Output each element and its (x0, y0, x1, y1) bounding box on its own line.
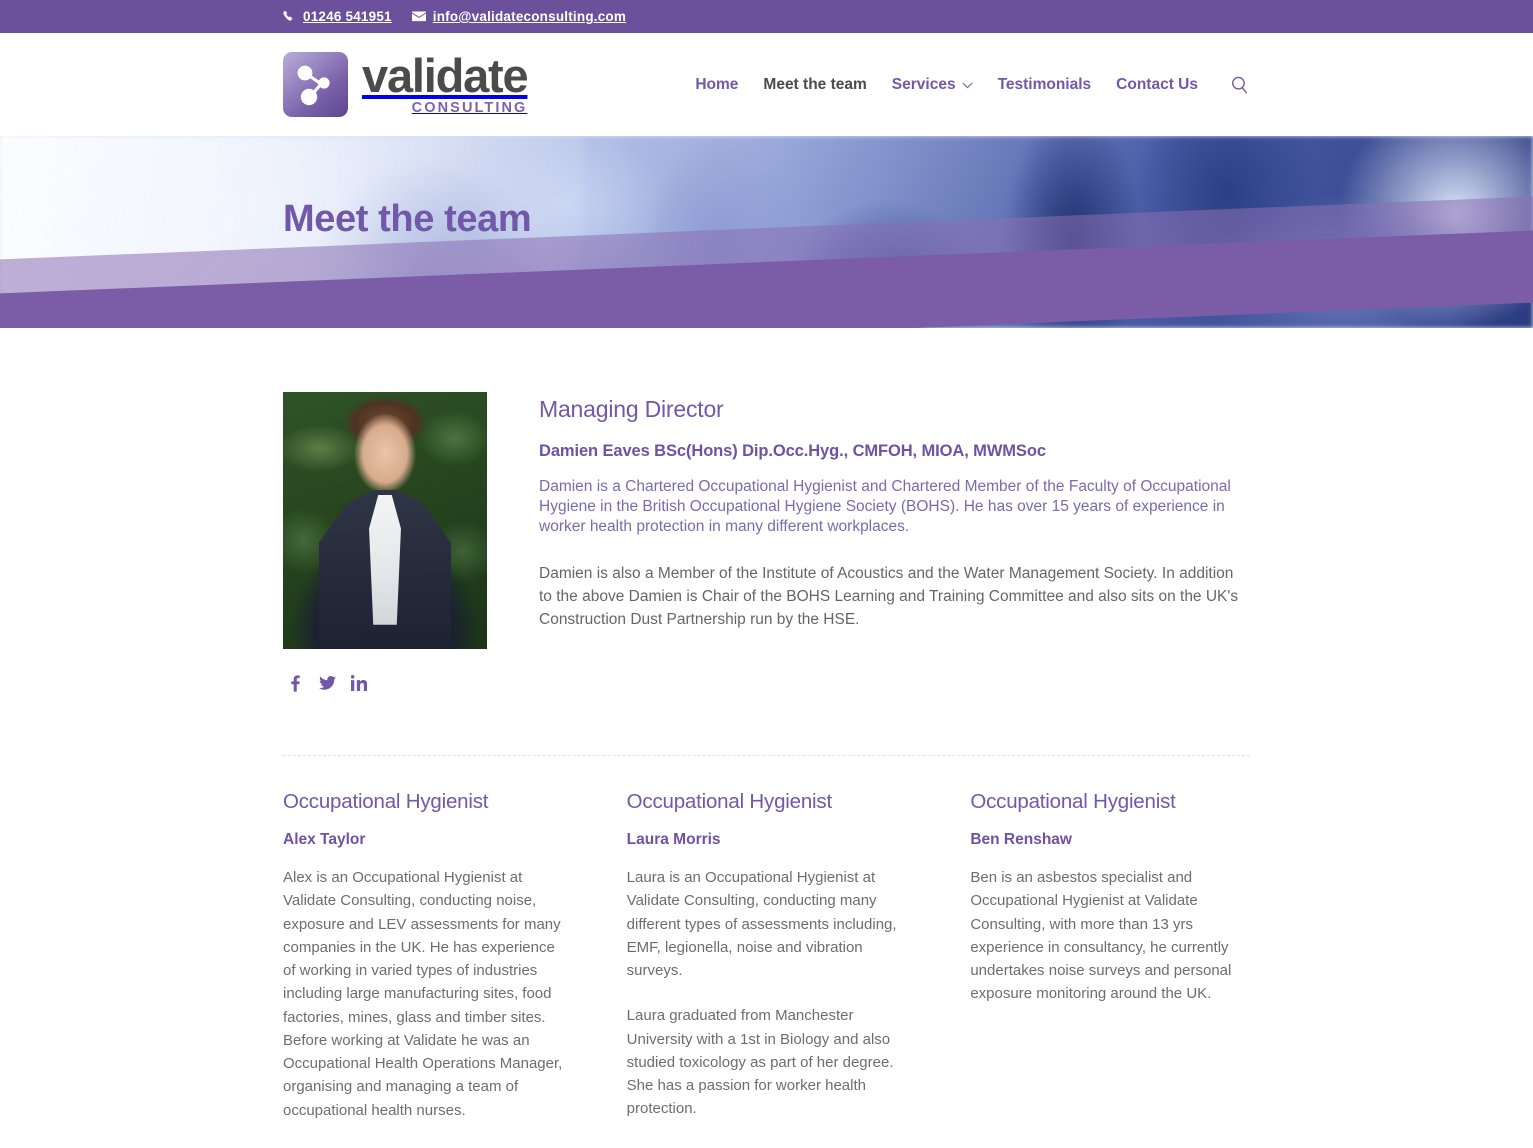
team-bio-paragraph-1: Ben is an asbestos specialist and Occupa… (970, 869, 1232, 1003)
team-role-title: Occupational Hygienist (626, 790, 832, 813)
person-name: Damien Eaves BSc(Hons) Dip.Occ.Hyg., CMF… (539, 442, 1046, 460)
facebook-icon[interactable] (286, 674, 304, 692)
phone-link[interactable]: 01246 541951 (283, 9, 392, 24)
email-link[interactable]: info@validateconsulting.com (411, 9, 627, 24)
avatar (283, 392, 487, 649)
nav-item-services[interactable]: Services (892, 76, 973, 94)
team-bio-paragraph-1: Laura is an Occupational Hygienist at Va… (626, 869, 897, 979)
social-links (283, 674, 487, 692)
team-role-title: Occupational Hygienist (283, 790, 489, 813)
molecule-icon (283, 52, 348, 117)
team-columns: Occupational Hygienist Alex Taylor Alex … (283, 756, 1250, 1122)
team-bio-paragraph-1: Alex is an Occupational Hygienist at Val… (283, 869, 563, 1119)
team-member-name: Alex Taylor (283, 831, 366, 848)
team-member-laura-morris: Occupational Hygienist Laura Morris Laur… (627, 790, 907, 1122)
search-icon[interactable] (1230, 75, 1250, 95)
nav-label-testimonials: Testimonials (997, 75, 1092, 93)
chevron-down-icon (962, 76, 973, 94)
nav-label-home: Home (695, 75, 739, 93)
twitter-icon[interactable] (318, 674, 336, 692)
site-header: validate CONSULTING Home Meet the team S… (0, 33, 1533, 136)
logo-wordmark: validate (362, 48, 529, 102)
bio-paragraph-2: Damien is also a Member of the Institute… (539, 564, 1239, 628)
team-member-ben-renshaw: Occupational Hygienist Ben Renshaw Ben i… (970, 790, 1250, 1122)
nav-label-services: Services (891, 75, 956, 93)
team-member-name: Laura Morris (626, 831, 721, 848)
team-member-alex-taylor: Occupational Hygienist Alex Taylor Alex … (283, 790, 563, 1122)
team-bio-paragraph-2: Laura graduated from Manchester Universi… (626, 1007, 894, 1118)
nav-label-meet-the-team: Meet the team (763, 75, 867, 93)
top-utility-bar: 01246 541951 info@validateconsulting.com (0, 0, 1533, 33)
role-title: Managing Director (539, 396, 724, 422)
hero-banner: Meet the team (0, 136, 1533, 328)
site-logo[interactable]: validate CONSULTING (283, 48, 529, 117)
linkedin-icon[interactable] (350, 674, 368, 692)
managing-director-text: Managing Director Damien Eaves BSc(Hons)… (539, 392, 1250, 692)
managing-director-section: Managing Director Damien Eaves BSc(Hons)… (283, 328, 1250, 692)
email-address: info@validateconsulting.com (432, 9, 627, 24)
primary-navigation: Home Meet the team Services Testimonials… (695, 75, 1250, 95)
logo-subtitle: CONSULTING (411, 99, 528, 116)
phone-icon (283, 10, 296, 23)
main-content: Managing Director Damien Eaves BSc(Hons)… (0, 328, 1533, 1148)
team-role-title: Occupational Hygienist (970, 790, 1176, 813)
nav-item-home[interactable]: Home (695, 76, 738, 94)
page-title: Meet the team (283, 198, 532, 240)
envelope-icon (411, 11, 426, 22)
phone-number: 01246 541951 (303, 9, 392, 24)
nav-item-contact-us[interactable]: Contact Us (1116, 76, 1198, 94)
portrait-column (283, 392, 487, 692)
nav-label-contact-us: Contact Us (1116, 75, 1198, 93)
bio-paragraph-1: Damien is a Chartered Occupational Hygie… (539, 478, 1231, 535)
nav-item-meet-the-team[interactable]: Meet the team (763, 76, 866, 94)
nav-item-testimonials[interactable]: Testimonials (998, 76, 1092, 94)
team-member-name: Ben Renshaw (970, 831, 1072, 848)
